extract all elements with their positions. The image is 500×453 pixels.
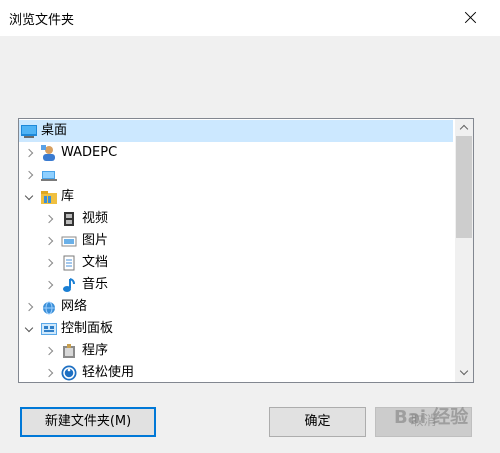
vertical-scrollbar[interactable] [455,119,473,382]
tree-item-label: 网络 [61,299,88,314]
tree-item-label: 桌面 [41,123,68,138]
computer-icon [41,167,57,183]
tree-item-label: 视频 [82,211,109,226]
tree-item-programs[interactable]: 程序 [19,340,453,362]
tree-item-label: WADEPC [61,145,118,160]
expand-chevron-icon[interactable] [43,362,57,382]
tree-item-network[interactable]: 网络 [19,296,453,318]
expand-chevron-icon[interactable] [43,252,57,274]
scroll-up-icon[interactable] [455,119,473,136]
expand-chevron-icon[interactable] [23,142,37,164]
expand-chevron-icon[interactable] [23,164,37,186]
control-panel-icon [41,321,57,337]
tree-item-label: 轻松使用 [82,365,135,380]
tree-item-videos[interactable]: 视频 [19,208,453,230]
tree-item-documents[interactable]: 文档 [19,252,453,274]
collapse-chevron-icon[interactable] [23,186,37,208]
tree-item-control-panel[interactable]: 控制面板 [19,318,453,340]
tree-item-library[interactable]: 库 [19,186,453,208]
documents-icon [61,255,77,271]
window-title: 浏览文件夹 [9,13,75,28]
title-bar: 浏览文件夹 [0,0,500,36]
tree-item-label: 控制面板 [61,321,114,336]
expand-chevron-icon[interactable] [43,274,57,296]
tree-item-computer[interactable] [19,164,453,186]
music-icon [61,277,77,293]
expand-chevron-icon[interactable] [43,208,57,230]
tree-item-ease-of-access[interactable]: 轻松使用 [19,362,453,382]
tree-item-desktop[interactable]: 桌面 [19,120,453,142]
tree-item-label: 库 [61,189,75,204]
scrollbar-thumb[interactable] [456,136,472,238]
pictures-icon [61,233,77,249]
video-icon [61,211,77,227]
folder-tree[interactable]: 桌面 WADEPC 库 视频 图片 文档 音乐 网络 控制面板 程序 轻松使用 [18,118,474,383]
user-icon [41,145,57,161]
expand-chevron-icon[interactable] [43,340,57,362]
tree-item-wadepc[interactable]: WADEPC [19,142,453,164]
watermark: Bai 经验 [394,407,469,428]
tree-item-label: 图片 [82,233,109,248]
scroll-down-icon[interactable] [455,365,473,382]
programs-icon [61,343,77,359]
tree-item-label: 程序 [82,343,109,358]
expand-chevron-icon[interactable] [23,296,37,318]
tree-item-music[interactable]: 音乐 [19,274,453,296]
ease-of-access-icon [61,365,77,381]
ok-button[interactable]: 确定 [269,407,366,437]
library-icon [41,189,57,205]
desktop-icon [21,123,37,139]
network-icon [41,299,57,315]
new-folder-button[interactable]: 新建文件夹(M) [20,407,156,437]
tree-item-label: 音乐 [82,277,109,292]
collapse-chevron-icon[interactable] [23,318,37,340]
expand-chevron-icon[interactable] [43,230,57,252]
tree-item-label: 文档 [82,255,109,270]
close-icon[interactable] [456,6,486,30]
tree-item-pictures[interactable]: 图片 [19,230,453,252]
